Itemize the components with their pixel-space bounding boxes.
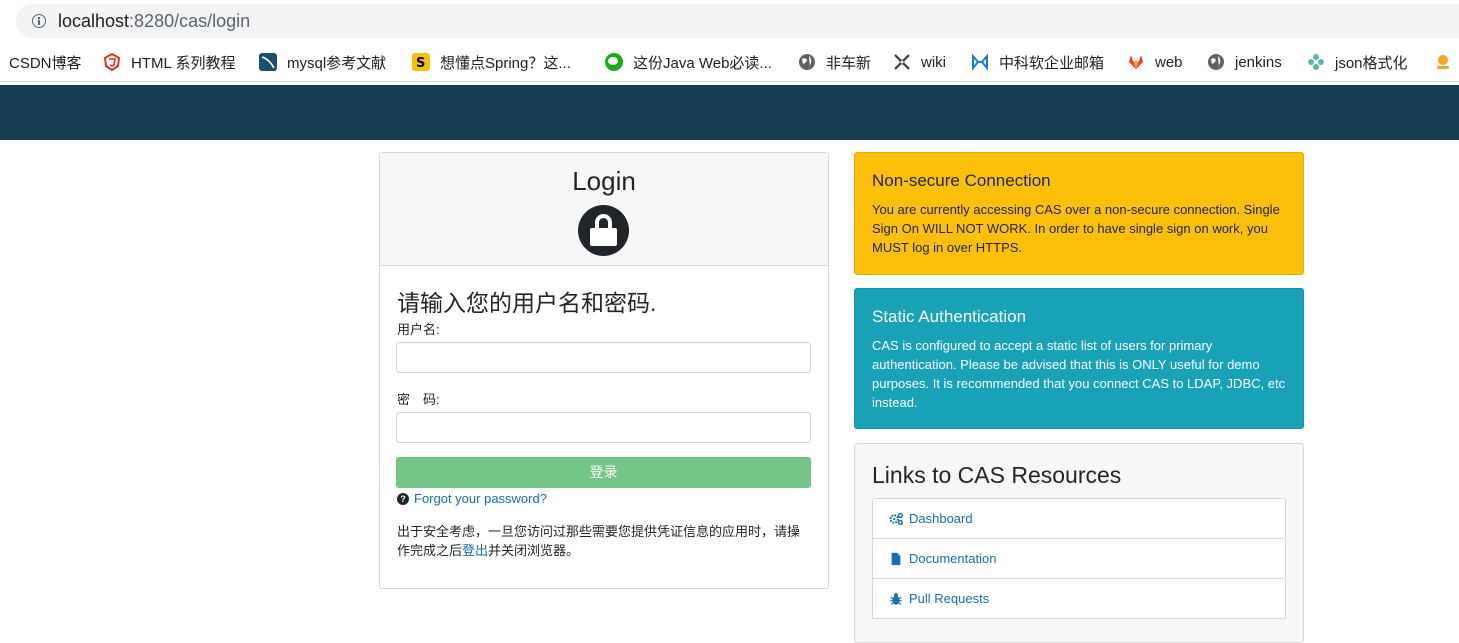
logout-link[interactable]: 登出: [462, 543, 488, 558]
bug-icon: [890, 592, 902, 605]
notice-prefix: 出于安全考虑，一旦您访问过那些需要您提供凭证信息的应用时，请操作完成之后: [397, 524, 801, 558]
non-secure-connection-alert: Non-secure Connection You are currently …: [854, 152, 1304, 275]
bookmark-java-web[interactable]: 这份Java Web必读...: [605, 52, 772, 72]
address-bar[interactable]: localhost:8280/cas/login: [16, 4, 1459, 38]
login-title: Login: [572, 166, 636, 196]
mysql-icon: [259, 53, 277, 71]
link-label: Dashboard: [909, 511, 973, 526]
json-icon: [1308, 54, 1324, 70]
link-label: Pull Requests: [909, 591, 990, 606]
username-label: 用户名:: [397, 322, 440, 337]
login-card-header: Login: [380, 153, 828, 266]
bookmark-label: 这份Java Web必读...: [633, 54, 772, 72]
alert-body: CAS is configured to accept a static lis…: [872, 338, 1286, 410]
bookmark-wiki[interactable]: wiki: [893, 52, 946, 72]
documentation-link[interactable]: Documentation: [872, 538, 1286, 579]
forgot-password-link[interactable]: ? Forgot your password?: [397, 491, 547, 506]
wechat-icon: [605, 53, 623, 71]
form-title: 请输入您的用户名和密码.: [397, 290, 657, 316]
username-input[interactable]: [396, 342, 811, 373]
bookmark-more[interactable]: [1434, 52, 1459, 72]
static-authentication-alert: Static Authentication CAS is configured …: [854, 288, 1304, 429]
bookmark-label: web: [1155, 53, 1183, 71]
security-notice: 出于安全考虑，一旦您访问过那些需要您提供凭证信息的应用时，请操作完成之后登出并关…: [397, 522, 812, 560]
cas-resources-title: Links to CAS Resources: [872, 462, 1122, 488]
gears-icon: [889, 512, 903, 525]
url-text[interactable]: localhost:8280/cas/login: [58, 11, 250, 31]
bookmark-label: wiki: [921, 53, 946, 71]
login-card: Login 请输入您的用户名和密码. 用户名: 密 码: 登录 ? Forgot…: [379, 152, 829, 589]
cas-resources-list: Dashboard Documentation Pull Requests: [872, 498, 1286, 619]
alert-title: Non-secure Connection: [872, 171, 1051, 190]
html-icon: [103, 53, 121, 71]
bookmark-jenkins[interactable]: jenkins: [1207, 52, 1282, 72]
url-path: :8280/cas/login: [129, 11, 251, 31]
bookmark-label: 中科软企业邮箱: [999, 54, 1105, 72]
alert-body: You are currently accessing CAS over a n…: [872, 202, 1280, 255]
link-label: Documentation: [909, 551, 997, 566]
site-info-icon[interactable]: [32, 14, 46, 28]
notice-suffix: 并关闭浏览器。: [488, 543, 580, 558]
bookmark-csdn[interactable]: CSDN博客: [9, 52, 82, 72]
password-input[interactable]: [396, 412, 811, 443]
gitlab-icon: [1129, 55, 1143, 69]
site-header: [0, 85, 1459, 140]
spring-icon: S: [412, 53, 430, 71]
cas-resources-card: Links to CAS Resources Dashboard Documen…: [854, 443, 1304, 643]
globe-icon: [799, 54, 815, 70]
bookmark-label: json格式化: [1335, 54, 1408, 72]
bookmark-mail[interactable]: 中科软企业邮箱: [971, 52, 1104, 72]
bookmark-label: jenkins: [1235, 53, 1282, 71]
alert-title: Static Authentication: [872, 307, 1027, 326]
bookmark-feichexin[interactable]: 非车新: [798, 52, 871, 72]
login-submit-button[interactable]: 登录: [396, 457, 811, 488]
globe-icon: [1208, 54, 1224, 70]
dashboard-link[interactable]: Dashboard: [872, 498, 1286, 539]
forgot-password-label: Forgot your password?: [414, 491, 547, 506]
question-circle-icon: ?: [397, 492, 409, 505]
bookmark-label: 想懂点Spring？这...: [440, 54, 571, 72]
svg-text:S: S: [416, 56, 425, 71]
user-icon: [1437, 55, 1449, 69]
lock-icon: [578, 205, 629, 256]
bookmark-html[interactable]: HTML 系列教程: [103, 52, 235, 72]
bookmark-label: 非车新: [826, 54, 872, 72]
bookmarks-bar: CSDN博客 HTML 系列教程 mysql参考文献 S 想懂点Spring？这…: [0, 42, 1459, 82]
bookmark-spring[interactable]: S 想懂点Spring？这...: [412, 52, 571, 72]
file-icon: [891, 552, 901, 565]
wiki-icon: [894, 54, 910, 70]
bookmark-label: HTML 系列教程: [131, 54, 236, 72]
password-label: 密 码:: [397, 392, 440, 407]
mail-icon: [972, 53, 988, 71]
url-host: localhost: [58, 11, 130, 31]
bookmark-label: CSDN博客: [9, 54, 82, 72]
bookmark-label: mysql参考文献: [287, 54, 387, 72]
bookmark-mysql[interactable]: mysql参考文献: [259, 52, 386, 72]
bookmark-json[interactable]: json格式化: [1307, 52, 1408, 72]
browser-address-row: localhost:8280/cas/login: [0, 0, 1459, 42]
bookmark-web[interactable]: web: [1127, 52, 1183, 72]
pull-requests-link[interactable]: Pull Requests: [872, 578, 1286, 619]
